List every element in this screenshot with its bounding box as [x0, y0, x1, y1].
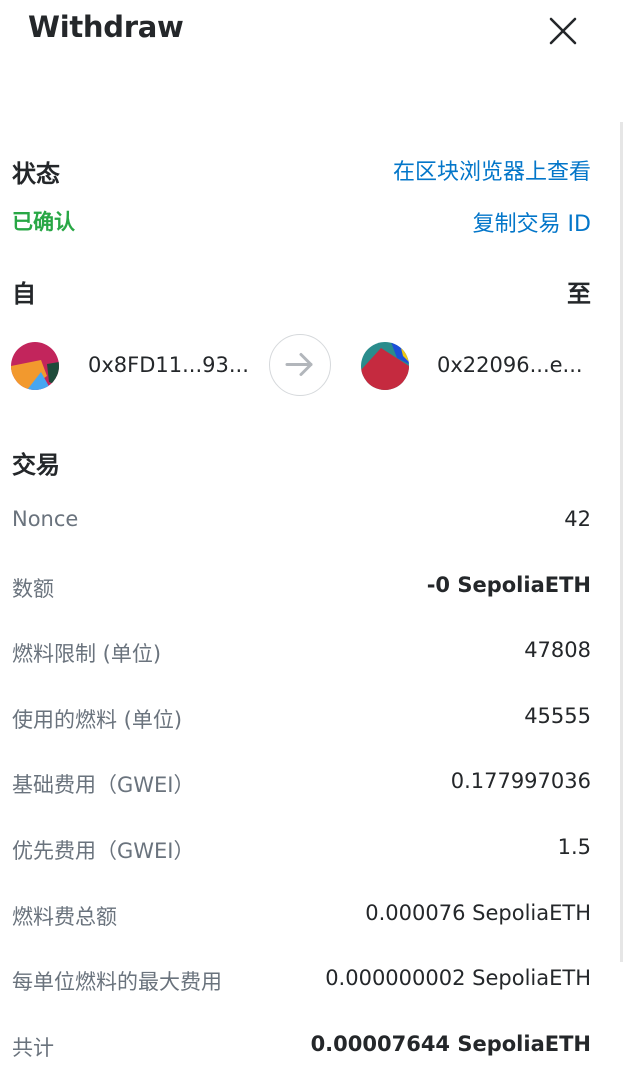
detail-label: 基础费用（GWEI）: [12, 773, 195, 797]
arrow-right-icon: [269, 334, 331, 396]
detail-value: -0 SepoliaETH: [426, 573, 591, 597]
transaction-header: 交易: [12, 445, 591, 485]
from-address[interactable]: 0x8FD11...93...: [88, 353, 249, 377]
detail-value: 0.000076 SepoliaETH: [365, 901, 591, 925]
status-badge: 已确认: [12, 210, 75, 234]
detail-label: 使用的燃料 (单位): [12, 708, 183, 732]
transaction-section-title: 交易: [12, 451, 60, 479]
status-label: 状态: [12, 160, 60, 188]
to-avatar: [361, 342, 409, 390]
status-value-row: 已确认 复制交易 ID: [12, 206, 591, 246]
from-label: 自: [12, 280, 36, 308]
from-to-header: 自 至: [12, 274, 591, 314]
detail-row-gas-limit: 燃料限制 (单位) 47808: [12, 638, 591, 678]
to-label: 至: [567, 280, 591, 308]
detail-row-amount: 数额 -0 SepoliaETH: [12, 573, 591, 613]
copy-tx-id-link[interactable]: 复制交易 ID: [473, 206, 591, 238]
detail-value: 42: [564, 507, 591, 531]
detail-row-gas-used: 使用的燃料 (单位) 45555: [12, 704, 591, 744]
view-on-explorer-link[interactable]: 在区块浏览器上查看: [393, 154, 591, 186]
detail-row-nonce: Nonce 42: [12, 507, 591, 547]
from-avatar: [11, 342, 59, 390]
detail-value: 0.000000002 SepoliaETH: [325, 966, 591, 990]
detail-value: 45555: [524, 704, 591, 728]
close-icon[interactable]: [544, 12, 582, 50]
detail-value: 0.00007644 SepoliaETH: [310, 1032, 591, 1056]
page-title: Withdraw: [28, 10, 184, 44]
detail-value: 1.5: [557, 835, 591, 859]
detail-row-max-fee: 每单位燃料的最大费用 0.000000002 SepoliaETH: [12, 966, 591, 1006]
header: Withdraw: [0, 0, 624, 64]
detail-row-total-gas-fee: 燃料费总额 0.000076 SepoliaETH: [12, 901, 591, 941]
scrollbar[interactable]: [620, 122, 623, 962]
detail-value: 0.177997036: [450, 769, 591, 793]
detail-label: 燃料限制 (单位): [12, 642, 162, 666]
detail-label: 数额: [12, 577, 54, 601]
detail-row-base-fee: 基础费用（GWEI） 0.177997036: [12, 769, 591, 809]
detail-label: 优先费用（GWEI）: [12, 839, 195, 863]
detail-label: Nonce: [12, 507, 79, 531]
detail-label: 燃料费总额: [12, 905, 117, 929]
detail-label: 共计: [12, 1036, 54, 1060]
status-row: 状态 在区块浏览器上查看: [12, 154, 591, 194]
detail-row-priority-fee: 优先费用（GWEI） 1.5: [12, 835, 591, 875]
detail-value: 47808: [524, 638, 591, 662]
detail-label: 每单位燃料的最大费用: [12, 970, 222, 994]
detail-row-total: 共计 0.00007644 SepoliaETH: [12, 1032, 591, 1072]
to-address[interactable]: 0x22096...e...: [437, 353, 583, 377]
